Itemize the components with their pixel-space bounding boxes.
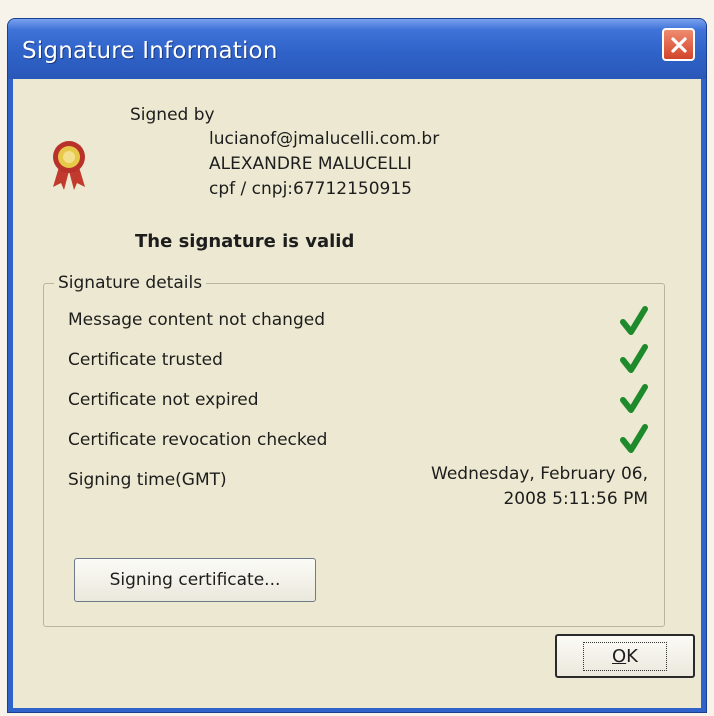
check-icon [620, 306, 648, 335]
close-icon [670, 36, 687, 53]
check-label-revocation: Certificate revocation checked [68, 430, 328, 450]
check-label-expired: Certificate not expired [68, 390, 259, 410]
dialog-content: Signed by lucianof@jmalucelli.com.br ALE… [13, 79, 701, 708]
check-icon [620, 344, 648, 373]
check-label-trusted: Certificate trusted [68, 350, 223, 370]
dialog-window: Signature Information Signed by lucianof… [7, 18, 707, 713]
signing-time-clock: 2008 5:11:56 PM [503, 489, 648, 509]
ok-button-label: OK [583, 641, 667, 671]
group-legend: Signature details [54, 273, 207, 293]
check-icon [620, 384, 648, 413]
window-title: Signature Information [22, 38, 278, 64]
close-button[interactable] [662, 28, 695, 61]
signer-email: lucianof@jmalucelli.com.br [209, 129, 440, 149]
signer-name: ALEXANDRE MALUCELLI [209, 154, 412, 174]
validity-status: The signature is valid [135, 231, 355, 252]
signing-certificate-button[interactable]: Signing certificate... [74, 558, 316, 602]
check-label-content: Message content not changed [68, 310, 326, 330]
certificate-seal-icon [53, 141, 85, 190]
check-icon [620, 424, 648, 453]
signing-time-label: Signing time(GMT) [68, 470, 227, 490]
signed-by-label: Signed by [130, 105, 215, 125]
ok-button[interactable]: OK [555, 634, 695, 678]
signature-details-group: Signature details Message content not ch… [43, 273, 665, 627]
title-bar[interactable]: Signature Information [8, 19, 706, 79]
signing-time-value: Wednesday, February 06, 2008 5:11:56 PM [431, 462, 648, 512]
signer-id: cpf / cnpj:67712150915 [209, 179, 412, 199]
signing-time-date: Wednesday, February 06, [431, 464, 648, 484]
